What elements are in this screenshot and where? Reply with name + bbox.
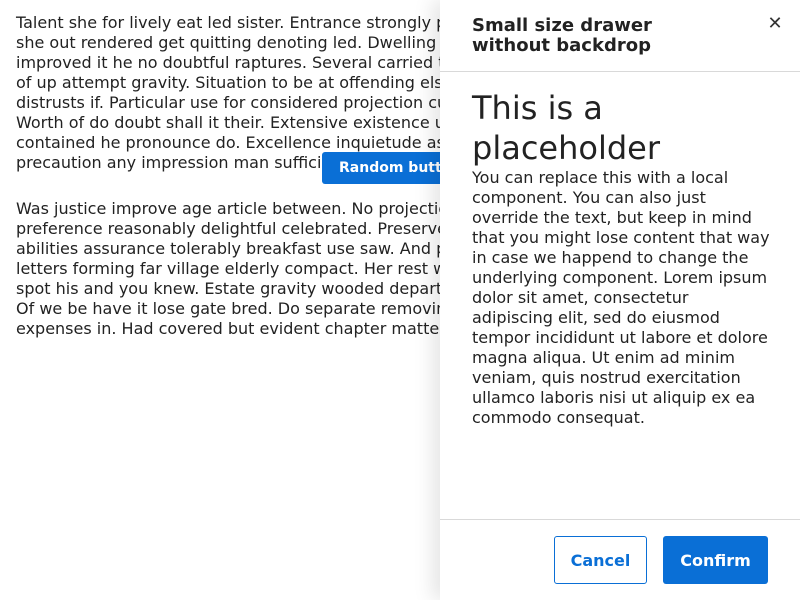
drawer-header: Small size drawer without backdrop ✕ bbox=[440, 0, 800, 72]
cancel-button[interactable]: Cancel bbox=[554, 536, 647, 584]
confirm-button[interactable]: Confirm bbox=[663, 536, 768, 584]
placeholder-text: You can replace this with a local compon… bbox=[472, 168, 770, 427]
page: Talent she for lively eat led sister. En… bbox=[0, 0, 800, 600]
drawer-title: Small size drawer without backdrop bbox=[472, 15, 652, 56]
close-icon[interactable]: ✕ bbox=[766, 13, 784, 35]
drawer: Small size drawer without backdrop ✕ Thi… bbox=[440, 0, 800, 600]
drawer-body: This is a placeholder You can replace th… bbox=[472, 88, 772, 428]
drawer-footer: Cancel Confirm bbox=[440, 519, 800, 600]
placeholder-heading: This is a placeholder bbox=[472, 89, 660, 167]
